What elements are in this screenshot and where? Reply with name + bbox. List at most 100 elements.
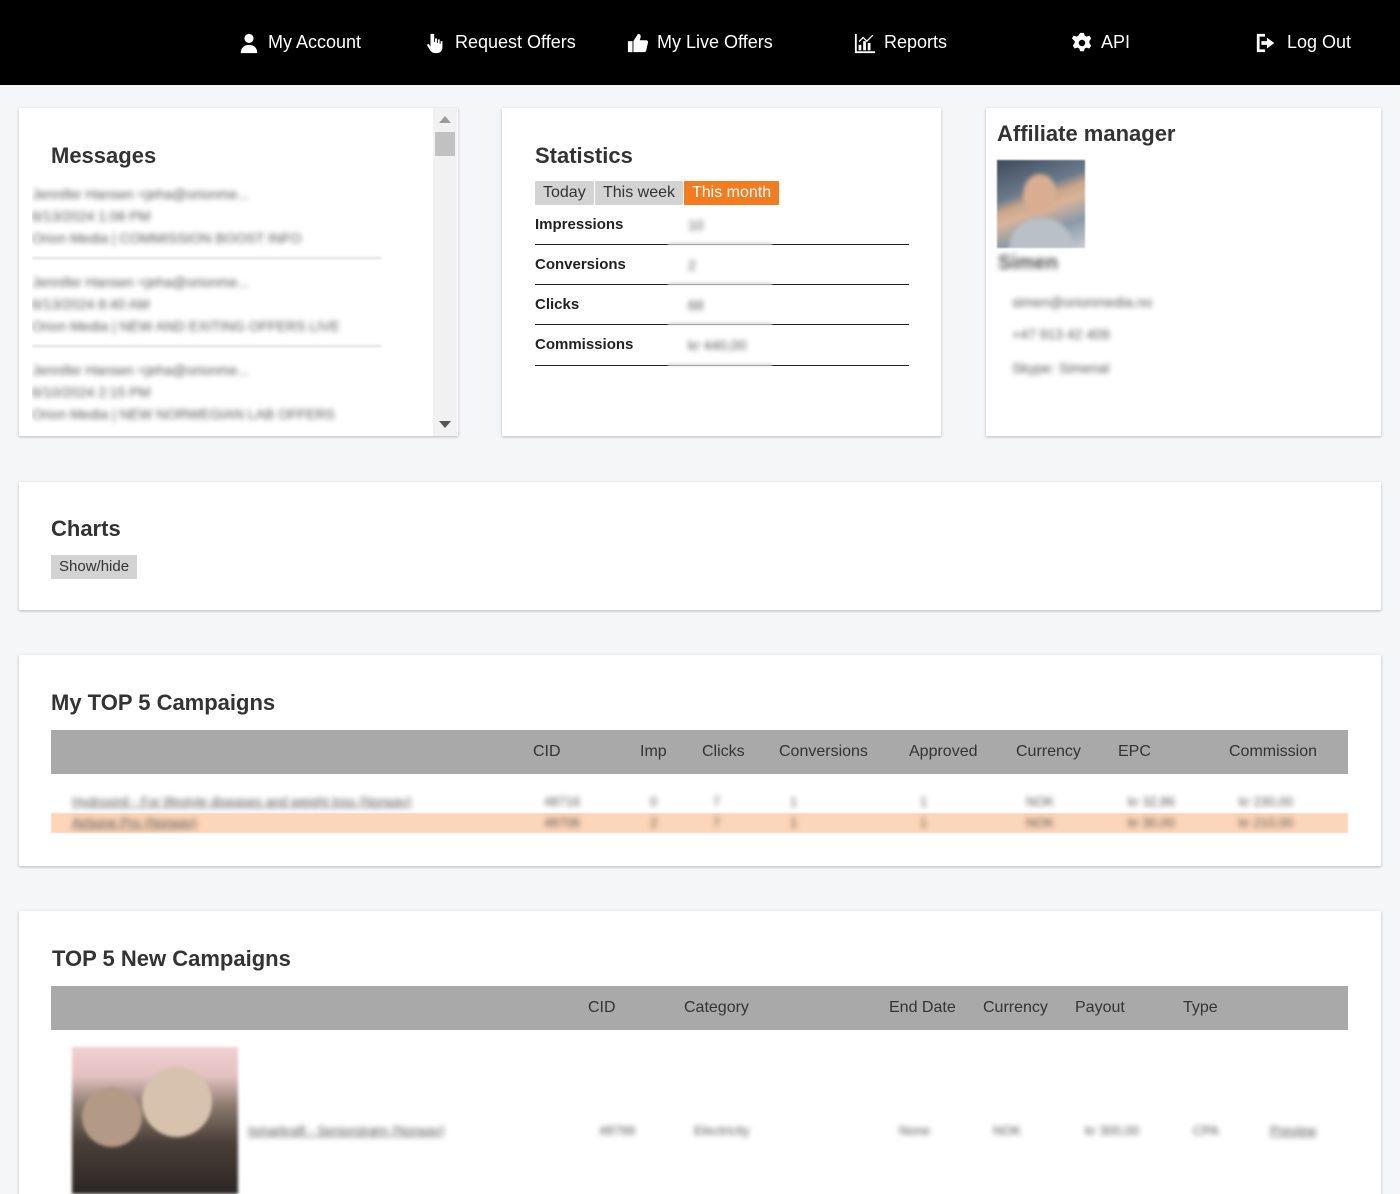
message-from: Jennifer Hansen <jeha@orionme...	[32, 274, 249, 290]
cell-imp: 0	[650, 794, 658, 809]
col-commission[interactable]: Commission	[1229, 730, 1317, 774]
col-clicks[interactable]: Clicks	[702, 730, 745, 774]
col-epc[interactable]: EPC	[1118, 730, 1151, 774]
campaign-link[interactable]: Ismarkraft - Seniorstrøm (Norway)	[248, 1123, 444, 1138]
cell-cid: 48716	[544, 794, 581, 809]
campaign-thumbnail[interactable]	[72, 1047, 238, 1194]
affiliate-manager-title: Affiliate manager	[997, 121, 1176, 146]
tab-today[interactable]: Today	[535, 181, 594, 205]
col-cid[interactable]: CID	[533, 730, 561, 774]
col-currency[interactable]: Currency	[1016, 730, 1081, 774]
cell-commission: kr 230,00	[1239, 794, 1294, 809]
hand-pointer-icon	[425, 32, 447, 54]
message-divider	[32, 345, 382, 347]
charts-show-hide-button[interactable]: Show/hide	[51, 555, 138, 579]
new-campaigns-table-header: CID Category End Date Currency Payout Ty…	[51, 986, 1348, 1030]
message-divider	[32, 257, 382, 259]
nav-label: Log Out	[1287, 32, 1352, 52]
stat-value-clicks: 68	[688, 297, 704, 313]
stat-value-commissions: kr 440,00	[688, 337, 747, 353]
col-conversions[interactable]: Conversions	[779, 730, 868, 774]
col-approved[interactable]: Approved	[909, 730, 978, 774]
cell-conversions: 1	[790, 794, 798, 809]
stat-divider-blur	[668, 282, 772, 285]
stat-divider-blur	[668, 242, 772, 245]
stat-divider-blur	[668, 322, 772, 325]
messages-scrollbar[interactable]	[433, 108, 457, 436]
manager-email[interactable]: simen@orionmedia.no	[1012, 294, 1152, 310]
message-item[interactable]: Jennifer Hansen <jeha@orionme... 6/10/20…	[32, 359, 382, 425]
stat-value-impressions: 10	[688, 217, 704, 233]
manager-phone: +47 913 42 409	[1012, 326, 1110, 342]
message-from: Jennifer Hansen <jeha@orionme...	[32, 362, 249, 378]
nav-api[interactable]: API	[1071, 0, 1130, 85]
avatar	[997, 160, 1085, 248]
cell-conversions: 1	[790, 815, 798, 830]
top-campaigns-table-header: CID Imp Clicks Conversions Approved Curr…	[51, 730, 1348, 774]
nav-reports[interactable]: Reports	[854, 0, 947, 85]
nav-label: My Account	[268, 32, 362, 52]
top-campaigns-title: My TOP 5 Campaigns	[51, 690, 276, 715]
message-subject: Orion Media | NEW NORWEGIAN LAB OFFERS	[32, 406, 335, 422]
cell-approved: 1	[920, 815, 928, 830]
cell-clicks: 7	[713, 815, 721, 830]
messages-title: Messages	[51, 143, 157, 168]
cell-imp: 2	[650, 815, 658, 830]
stat-value-conversions: 2	[688, 257, 696, 273]
nav-label: Reports	[884, 32, 948, 52]
stat-label-clicks: Clicks	[535, 296, 580, 313]
message-from: Jennifer Hansen <jeha@orionme...	[32, 186, 249, 202]
cell-type: CPA	[1193, 1123, 1219, 1138]
manager-skype: Skype: Simenal	[1012, 360, 1110, 376]
scroll-thumb[interactable]	[435, 132, 455, 156]
messages-list: Jennifer Hansen <jeha@orionme... 6/13/20…	[32, 183, 382, 438]
tab-this-month[interactable]: This month	[684, 181, 780, 205]
charts-title: Charts	[51, 516, 121, 541]
message-item[interactable]: Jennifer Hansen <jeha@orionme... 6/13/20…	[32, 183, 382, 249]
cell-cid: 48706	[544, 815, 581, 830]
stat-label-impressions: Impressions	[535, 216, 624, 233]
scroll-down-arrow-icon[interactable]	[439, 421, 451, 428]
nav-my-live-offers[interactable]: My Live Offers	[627, 0, 773, 85]
cell-payout: kr 300,00	[1085, 1123, 1140, 1138]
nav-my-account[interactable]: My Account	[238, 0, 361, 85]
nav-log-out[interactable]: Log Out	[1253, 0, 1351, 85]
new-campaigns-title: TOP 5 New Campaigns	[52, 946, 291, 971]
cell-category: Electricity	[694, 1123, 750, 1138]
stat-label-conversions: Conversions	[535, 256, 626, 273]
col-category[interactable]: Category	[684, 986, 749, 1030]
col-currency[interactable]: Currency	[983, 986, 1048, 1030]
message-date: 6/13/2024 8:40 AM	[32, 296, 150, 312]
col-cid[interactable]: CID	[588, 986, 616, 1030]
nav-request-offers[interactable]: Request Offers	[425, 0, 576, 85]
cell-currency: NOK	[1026, 794, 1055, 809]
tab-this-week[interactable]: This week	[595, 181, 684, 205]
message-subject: Orion Media | NEW AND EXITING OFFERS LIV…	[32, 318, 340, 334]
preview-link[interactable]: Preview	[1270, 1123, 1316, 1138]
gear-icon	[1071, 32, 1093, 54]
nav-label: API	[1101, 32, 1131, 52]
cell-approved: 1	[920, 794, 928, 809]
col-end-date[interactable]: End Date	[889, 986, 956, 1030]
campaign-link[interactable]: Airbone Pro (Norway)	[72, 815, 197, 830]
chart-icon	[854, 32, 876, 54]
top-nav: My Account Request Offers My Live Offers…	[0, 0, 1400, 85]
cell-end-date: None	[899, 1123, 931, 1138]
col-imp[interactable]: Imp	[640, 730, 667, 774]
thumbs-up-icon	[627, 32, 649, 54]
nav-label: Request Offers	[455, 32, 576, 52]
scroll-up-arrow-icon[interactable]	[439, 116, 451, 123]
col-payout[interactable]: Payout	[1075, 986, 1125, 1030]
message-subject: Orion Media | COMMISSION BOOST INFO	[32, 230, 302, 246]
col-type[interactable]: Type	[1183, 986, 1218, 1030]
manager-name: Simen	[998, 252, 1059, 274]
stat-divider-blur	[668, 363, 772, 366]
message-item[interactable]: Jennifer Hansen <jeha@orionme... 6/13/20…	[32, 271, 382, 337]
stat-label-commissions: Commissions	[535, 336, 634, 353]
statistics-title: Statistics	[535, 143, 633, 168]
user-icon	[238, 32, 260, 54]
campaign-link[interactable]: Hydroxinil - For lifestyle diseases and …	[72, 794, 422, 809]
cell-clicks: 7	[713, 794, 721, 809]
charts-card	[19, 482, 1381, 610]
cell-currency: NOK	[1026, 815, 1055, 830]
